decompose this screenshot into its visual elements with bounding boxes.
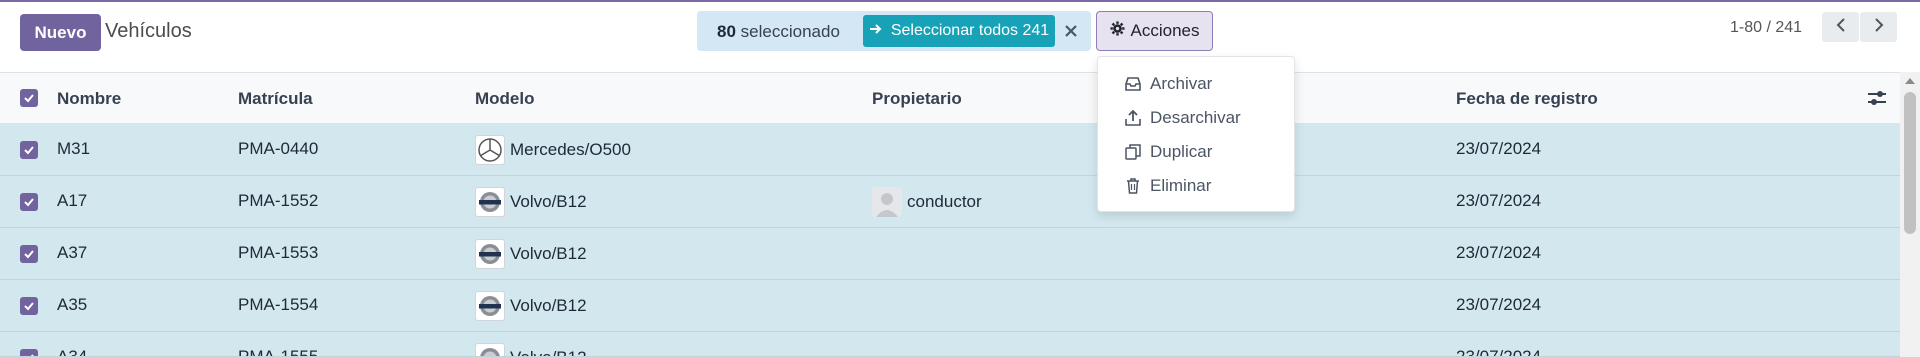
pager-previous-button[interactable] — [1822, 12, 1859, 42]
cell-name: A37 — [57, 243, 88, 262]
row-checkbox[interactable] — [20, 297, 38, 315]
column-header-owner[interactable]: Propietario — [872, 89, 962, 109]
optional-columns-icon[interactable] — [1866, 87, 1888, 109]
menu-item-unarchive[interactable]: Desarchivar — [1124, 105, 1241, 131]
close-icon[interactable] — [1060, 18, 1082, 44]
cell-registration-date: 23/07/2024 — [1456, 191, 1542, 210]
menu-item-label: Duplicar — [1150, 142, 1213, 161]
chevron-right-icon — [1874, 17, 1884, 38]
column-header-registration-date[interactable]: Fecha de registro — [1456, 89, 1598, 109]
unarchive-icon — [1124, 109, 1142, 127]
mercedes-logo-icon — [475, 135, 505, 165]
column-header-name[interactable]: Nombre — [57, 89, 121, 109]
cell-plate: PMA-1555 — [238, 347, 319, 357]
trash-icon — [1124, 177, 1142, 195]
cell-model: Volvo/B12 — [510, 296, 587, 315]
cell-registration-date: 23/07/2024 — [1456, 347, 1542, 357]
column-header-model[interactable]: Modelo — [475, 89, 535, 109]
select-all-button[interactable]: Seleccionar todos 241 — [863, 15, 1055, 47]
top-accent-line — [0, 0, 1920, 2]
menu-item-delete[interactable]: Eliminar — [1124, 173, 1211, 199]
column-header-plate[interactable]: Matrícula — [238, 89, 313, 109]
pager-next-button[interactable] — [1860, 12, 1897, 42]
gear-icon — [1109, 21, 1125, 41]
table-row[interactable]: A35 PMA-1554 Volvo/B12 23/07/2024 — [0, 280, 1900, 332]
table-row[interactable]: A17 PMA-1552 Volvo/B12 conductor 23/07/2… — [0, 176, 1900, 228]
archive-icon — [1124, 75, 1142, 93]
pager-value[interactable]: 1-80 / 241 — [1730, 19, 1802, 37]
avatar — [872, 187, 902, 217]
scroll-thumb[interactable] — [1904, 92, 1916, 234]
cell-registration-date: 23/07/2024 — [1456, 139, 1542, 158]
cell-name: A17 — [57, 191, 88, 210]
volvo-logo-icon — [475, 187, 505, 217]
vertical-scrollbar[interactable] — [1900, 72, 1920, 357]
cell-model: Mercedes/O500 — [510, 140, 631, 159]
cell-owner: conductor — [907, 192, 982, 211]
menu-item-label: Archivar — [1150, 74, 1213, 93]
table-row[interactable]: M31 PMA-0440 Mercedes/O500 23/07/2024 — [0, 124, 1900, 176]
actions-button[interactable]: Acciones — [1096, 11, 1213, 51]
new-button[interactable]: Nuevo — [20, 14, 101, 51]
volvo-logo-icon — [475, 291, 505, 321]
cell-model: Volvo/B12 — [510, 244, 587, 263]
cell-plate: PMA-1554 — [238, 295, 319, 314]
menu-item-archive[interactable]: Archivar — [1124, 71, 1212, 97]
select-all-checkbox[interactable] — [20, 89, 38, 107]
table-row[interactable]: A37 PMA-1553 Volvo/B12 23/07/2024 — [0, 228, 1900, 280]
cell-name: M31 — [57, 139, 91, 158]
chevron-left-icon — [1836, 17, 1846, 38]
select-all-label: Seleccionar todos 241 — [890, 22, 1050, 39]
cell-model: Volvo/B12 — [510, 348, 587, 356]
cell-registration-date: 23/07/2024 — [1456, 295, 1542, 314]
actions-dropdown-menu: Archivar Desarchivar Duplicar Eliminar — [1097, 56, 1295, 212]
scroll-up-icon[interactable] — [1905, 78, 1915, 84]
row-checkbox[interactable] — [20, 141, 38, 159]
cell-plate: PMA-1553 — [238, 243, 319, 262]
selection-bar: 80 seleccionado Seleccionar todos 241 — [697, 11, 1091, 51]
selection-count: 80 seleccionado — [717, 22, 840, 42]
actions-label: Acciones — [1130, 21, 1200, 40]
volvo-logo-icon — [475, 239, 505, 269]
cell-plate: PMA-1552 — [238, 191, 319, 210]
page-title: Vehículos — [105, 20, 192, 42]
arrow-right-icon — [869, 22, 883, 41]
menu-item-label: Eliminar — [1150, 176, 1212, 195]
selection-count-suffix: seleccionado — [740, 22, 840, 41]
cell-model: Volvo/B12 — [510, 192, 587, 211]
duplicate-icon — [1124, 143, 1142, 161]
cell-name: A34 — [57, 347, 88, 357]
cell-name: A35 — [57, 295, 88, 314]
cell-plate: PMA-0440 — [238, 139, 319, 158]
table-row[interactable]: A34 PMA-1555 Volvo/B12 23/07/2024 — [0, 332, 1900, 357]
menu-item-label: Desarchivar — [1150, 108, 1241, 127]
row-checkbox[interactable] — [20, 245, 38, 263]
cell-registration-date: 23/07/2024 — [1456, 243, 1542, 262]
menu-item-duplicate[interactable]: Duplicar — [1124, 139, 1212, 165]
row-checkbox[interactable] — [20, 193, 38, 211]
row-checkbox[interactable] — [20, 349, 38, 356]
table-header: Nombre Matrícula Modelo Propietario Fech… — [0, 72, 1900, 124]
volvo-logo-icon — [475, 343, 505, 356]
selection-count-number: 80 — [717, 22, 736, 41]
